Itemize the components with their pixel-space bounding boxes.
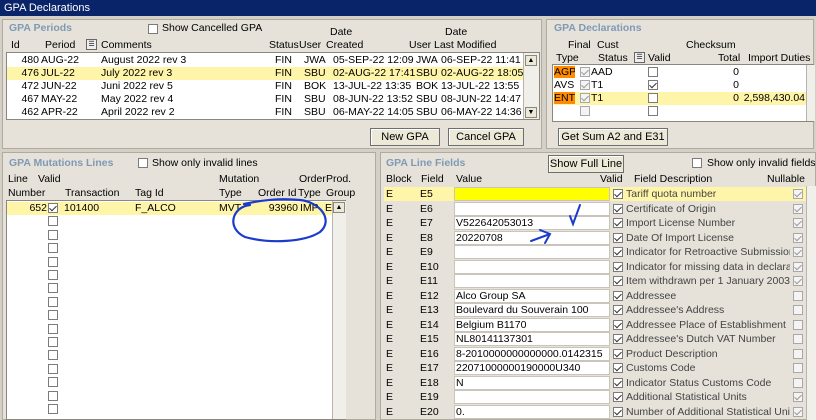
ink-check-mark — [569, 204, 581, 227]
ink-annotations — [232, 198, 581, 244]
ink-arrow — [530, 229, 552, 244]
ink-circle — [232, 198, 327, 243]
